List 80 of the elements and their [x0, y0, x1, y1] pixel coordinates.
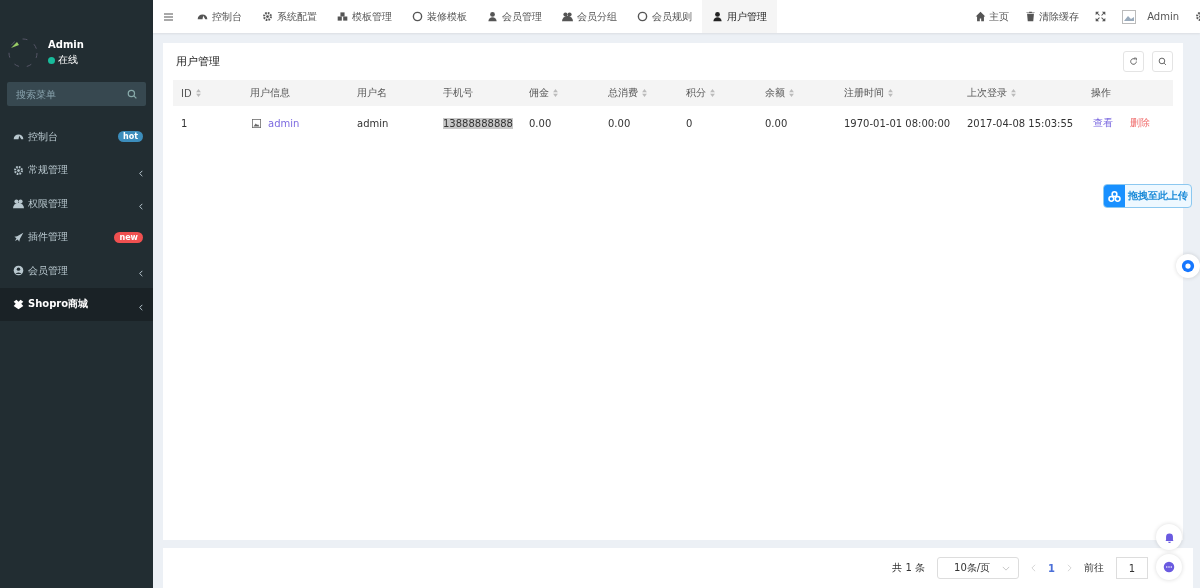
- search-field[interactable]: 搜索菜单: [7, 82, 146, 106]
- table-cell: 0.00: [608, 117, 631, 129]
- chevron-icon: [1002, 565, 1011, 571]
- upload-widget[interactable]: 拖拽至此上传: [1103, 184, 1192, 208]
- chat-icon: [1163, 561, 1175, 573]
- menu-item[interactable]: 插件管理 new: [0, 220, 153, 254]
- user-link[interactable]: admin: [268, 117, 300, 129]
- table-cell: 0: [686, 117, 693, 129]
- home-icon: [975, 11, 987, 22]
- page-input[interactable]: 1: [1116, 557, 1148, 579]
- table-cell: 1970-01-01 08:00:00: [844, 117, 951, 129]
- column-header[interactable]: 总消费: [600, 86, 678, 100]
- menu-item[interactable]: Shopro商城: [0, 287, 153, 321]
- column-header: 操作: [1090, 86, 1112, 100]
- column-header: 用户信息: [249, 86, 291, 100]
- fullscreen-icon: [1095, 11, 1107, 22]
- nav-tab[interactable]: 会员管理: [477, 0, 552, 33]
- bell-icon: [1163, 531, 1175, 543]
- page-title: 用户管理: [176, 54, 220, 69]
- search-button[interactable]: [1152, 51, 1173, 72]
- profile-menu[interactable]: Admin: [1114, 9, 1187, 24]
- search-icon: [1158, 57, 1167, 66]
- page-number[interactable]: 1: [1048, 562, 1055, 574]
- user-icon: [712, 11, 723, 22]
- menu-item[interactable]: 控制台 hot: [0, 120, 153, 154]
- table-cell: 2017-04-08 15:03:55: [967, 117, 1074, 129]
- table-cell: 13888888888: [443, 117, 513, 129]
- chat-bubble-icon: [1181, 259, 1195, 273]
- nav-tab[interactable]: 系统配置: [252, 0, 327, 33]
- goto-label: 前往: [1084, 561, 1104, 575]
- online-status: 在线: [48, 53, 84, 67]
- menu-icon[interactable]: [164, 12, 173, 21]
- nav-tab[interactable]: 用户管理: [702, 0, 777, 33]
- rocket-icon: [13, 231, 24, 243]
- menu-item[interactable]: 常规管理: [0, 153, 153, 187]
- avatar-image: [1122, 9, 1137, 24]
- nav-tab[interactable]: 会员分组: [552, 0, 627, 33]
- nav-tab[interactable]: 控制台: [187, 0, 252, 33]
- circle-icon: [637, 11, 648, 22]
- page-size-select[interactable]: 10条/页: [937, 557, 1020, 579]
- column-header: 用户名: [356, 86, 388, 100]
- column-header[interactable]: 积分: [678, 86, 757, 100]
- users-icon: [13, 198, 24, 210]
- user-name: Admin: [48, 39, 84, 50]
- image-placeholder-icon: [252, 118, 261, 128]
- cloud-icon: [1108, 190, 1121, 202]
- cubes-icon: [337, 11, 348, 22]
- column-header: 手机号: [442, 86, 474, 100]
- table-cell: admin: [357, 117, 389, 129]
- search-icon: [127, 89, 137, 99]
- table-cell: 0.00: [529, 117, 552, 129]
- table-cell: 1: [181, 117, 188, 129]
- clear-cache-button[interactable]: 清除缓存: [1017, 9, 1088, 24]
- column-header[interactable]: 余额: [757, 86, 836, 100]
- view-link[interactable]: 查看: [1093, 116, 1113, 130]
- table-cell: 0.00: [765, 117, 788, 129]
- refresh-button[interactable]: [1123, 51, 1144, 72]
- nav-tab[interactable]: 模板管理: [327, 0, 402, 33]
- column-header[interactable]: 注册时间: [836, 86, 959, 100]
- home-link[interactable]: 主页: [967, 9, 1018, 24]
- user-icon: [487, 11, 498, 22]
- column-header[interactable]: 上次登录: [959, 86, 1083, 100]
- total-count: 共 1 条: [892, 561, 926, 575]
- nav-tab[interactable]: 装修模板: [402, 0, 477, 33]
- user-circle-icon: [13, 265, 24, 277]
- refresh-icon: [1129, 57, 1138, 66]
- column-header[interactable]: 佣金: [521, 86, 600, 100]
- menu-item[interactable]: 权限管理: [0, 187, 153, 221]
- gears-icon: [13, 164, 24, 176]
- gauge-icon: [197, 11, 208, 22]
- trash-icon: [1025, 11, 1037, 22]
- users-icon: [562, 11, 573, 22]
- menu-badge: hot: [118, 131, 143, 143]
- gear-icon: [262, 11, 273, 22]
- nav-tab[interactable]: 会员规则: [627, 0, 702, 33]
- column-header[interactable]: ID: [173, 87, 242, 99]
- avatar-image: [8, 38, 38, 68]
- circle-icon: [412, 11, 423, 22]
- menu-badge: new: [114, 231, 143, 243]
- menu-item[interactable]: 会员管理: [0, 254, 153, 288]
